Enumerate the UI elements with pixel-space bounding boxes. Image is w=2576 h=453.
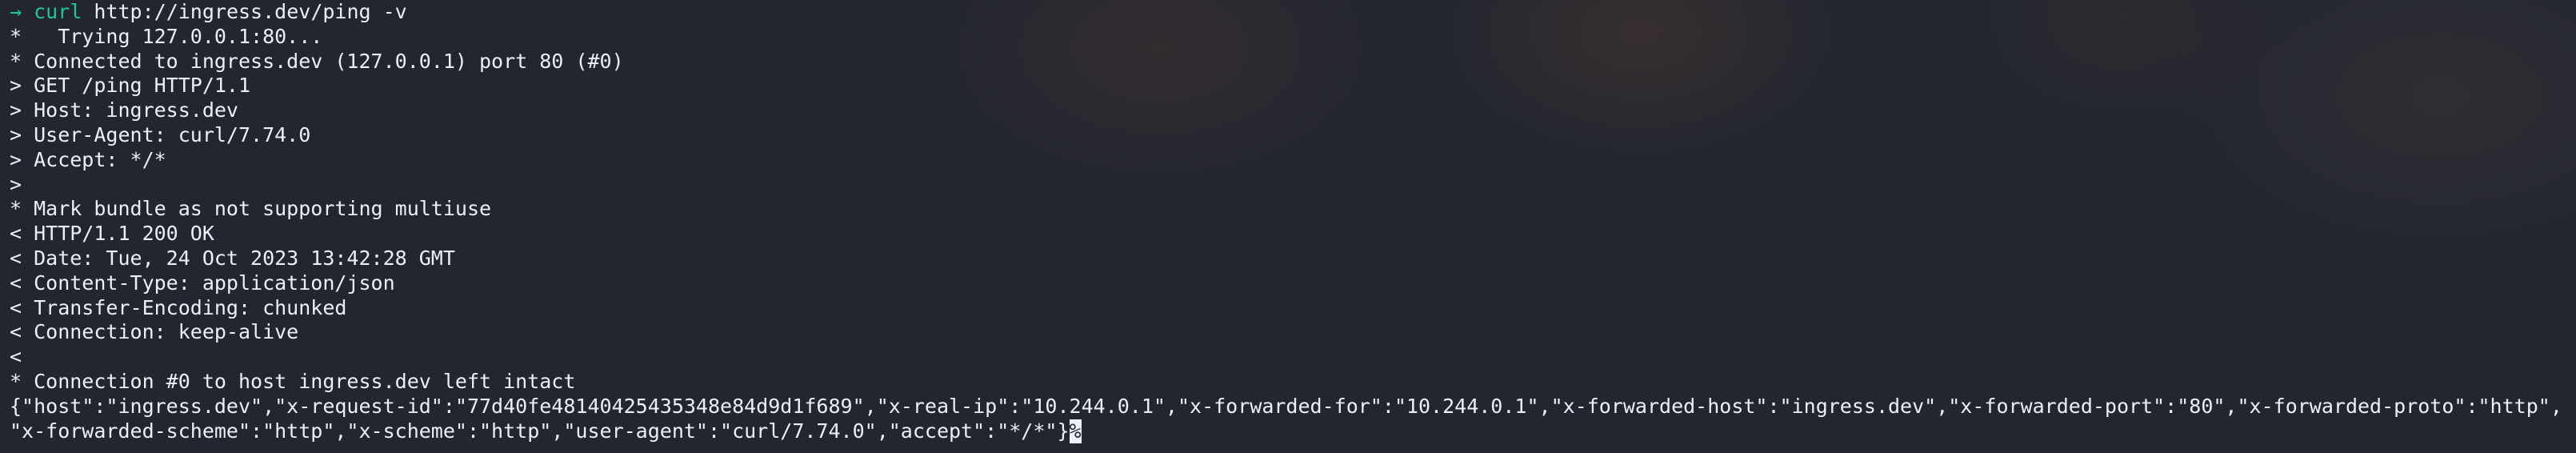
output-line: * Mark bundle as not supporting multiuse	[10, 197, 492, 221]
output-line: > GET /ping HTTP/1.1	[10, 74, 251, 98]
command-args: http://ingress.dev/ping -v	[82, 0, 407, 23]
command-line: → curl http://ingress.dev/ping -v	[10, 0, 2570, 25]
output-line: > User-Agent: curl/7.74.0	[10, 122, 311, 146]
output-line: < Content-Type: application/json	[10, 271, 395, 295]
prompt-arrow-icon: →	[10, 0, 22, 23]
output-line: > Accept: */*	[10, 147, 166, 171]
json-response-line: {"host":"ingress.dev","x-request-id":"77…	[10, 394, 2562, 418]
json-response-tail: "x-forwarded-scheme":"http","x-scheme":"…	[10, 419, 1070, 443]
output-line: * Trying 127.0.0.1:80...	[10, 24, 323, 48]
output-line: >	[10, 172, 22, 196]
terminal-cursor: %	[1069, 419, 1082, 444]
output-line: * Connection #0 to host ingress.dev left…	[10, 369, 576, 393]
output-line: < HTTP/1.1 200 OK	[10, 222, 214, 246]
terminal-window[interactable]: → curl http://ingress.dev/ping -v * Tryi…	[10, 0, 2570, 444]
output-line: < Date: Tue, 24 Oct 2023 13:42:28 GMT	[10, 246, 455, 270]
output-line: * Connected to ingress.dev (127.0.0.1) p…	[10, 49, 624, 73]
output-line: < Transfer-Encoding: chunked	[10, 295, 347, 319]
output-line: < Connection: keep-alive	[10, 320, 299, 344]
json-response-last-line: "x-forwarded-scheme":"http","x-scheme":"…	[10, 419, 2570, 444]
output-line: > Host: ingress.dev	[10, 98, 238, 122]
output-line: <	[10, 345, 22, 369]
command-name: curl	[34, 0, 82, 23]
